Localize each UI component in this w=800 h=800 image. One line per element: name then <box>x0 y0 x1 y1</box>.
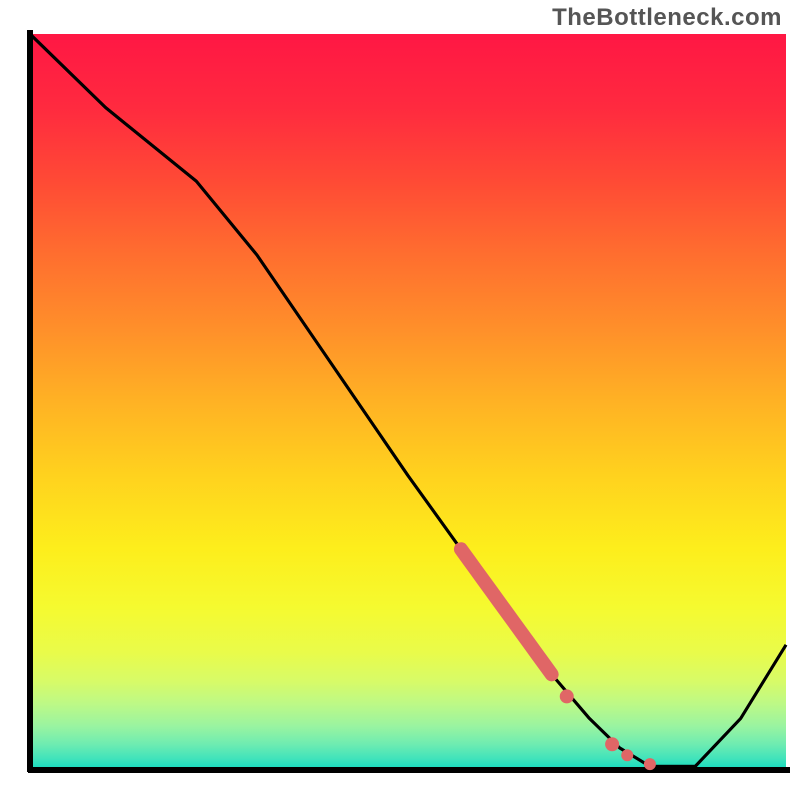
chart-container: TheBottleneck.com <box>0 0 800 800</box>
highlight-dot <box>644 758 656 770</box>
bottleneck-chart <box>0 0 800 800</box>
highlight-dot <box>605 737 619 751</box>
highlight-dot <box>560 689 574 703</box>
highlight-dot <box>621 749 633 761</box>
plot-area <box>28 30 790 772</box>
plot-background <box>30 34 786 770</box>
watermark-text: TheBottleneck.com <box>552 4 782 32</box>
